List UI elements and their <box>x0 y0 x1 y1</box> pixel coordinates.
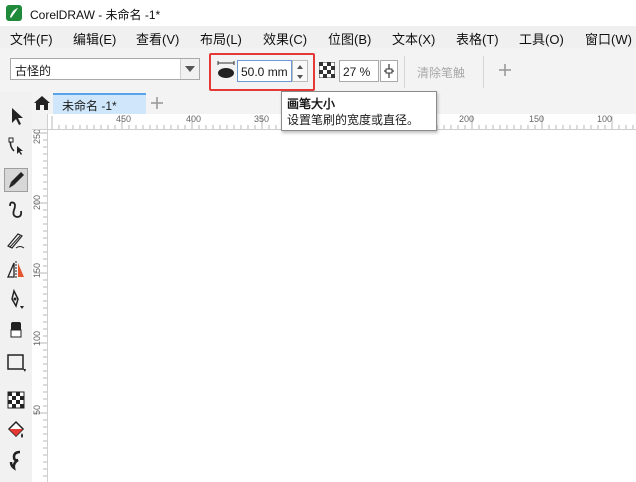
pick-tool-icon[interactable] <box>4 104 28 128</box>
ruler-label: 100 <box>32 330 42 346</box>
menu-file[interactable]: 文件(F) <box>10 29 53 48</box>
brush-size-icon <box>216 59 236 81</box>
menu-window[interactable]: 窗口(W) <box>585 29 632 48</box>
ruler-label: 150 <box>529 114 545 124</box>
ruler-label: 450 <box>116 114 132 124</box>
menu-table[interactable]: 表格(T) <box>456 29 499 48</box>
transparency-tool-icon[interactable] <box>4 388 28 412</box>
ruler-label: 250 <box>32 130 42 144</box>
eraser-tool-icon[interactable] <box>4 318 28 342</box>
menu-edit[interactable]: 编辑(E) <box>73 29 116 48</box>
transparency-input[interactable]: 27 % <box>339 60 379 82</box>
tab-document[interactable]: 未命名 -1* <box>53 93 146 114</box>
pen-tool-icon[interactable] <box>4 288 28 312</box>
home-icon[interactable] <box>33 94 51 112</box>
smart-fill-tool-icon[interactable] <box>4 228 28 252</box>
ruler-label: 200 <box>459 114 475 124</box>
ruler-label: 50 <box>32 404 42 415</box>
menu-bar: 文件(F) 编辑(E) 查看(V) 布局(L) 效果(C) 位图(B) 文本(X… <box>0 26 636 48</box>
transparency-value: 27 % <box>343 65 371 79</box>
window-title: CorelDRAW - 未命名 -1* <box>30 8 161 22</box>
toolbox <box>0 92 33 482</box>
smear-tool-icon[interactable] <box>4 448 28 472</box>
clear-strokes-button[interactable]: 清除笔触 <box>417 64 465 81</box>
menu-view[interactable]: 查看(V) <box>136 29 179 48</box>
transparency-slider-button[interactable] <box>380 60 398 82</box>
tooltip-title: 画笔大小 <box>287 97 336 111</box>
vertical-ruler[interactable]: 250 200 150 100 50 <box>32 130 48 482</box>
menu-effects[interactable]: 效果(C) <box>263 29 307 48</box>
ruler-label: 400 <box>186 114 202 124</box>
toolbar-separator <box>483 56 484 88</box>
ruler-origin[interactable] <box>32 114 48 130</box>
transparency-icon <box>318 61 336 79</box>
brush-size-input[interactable]: 50.0 mm <box>237 60 292 82</box>
brush-preset-value: 古怪的 <box>15 64 52 78</box>
menu-bitmaps[interactable]: 位图(B) <box>328 29 371 48</box>
menu-layout[interactable]: 布局(L) <box>200 29 242 48</box>
spin-down-icon[interactable] <box>293 71 307 81</box>
chevron-down-icon[interactable] <box>180 59 199 79</box>
add-icon[interactable] <box>495 59 515 81</box>
ruler-label: 350 <box>254 114 270 124</box>
menu-text[interactable]: 文本(X) <box>392 29 435 48</box>
brush-size-tooltip: 画笔大小 设置笔刷的宽度或直径。 <box>281 91 437 131</box>
add-tab-icon[interactable] <box>148 94 166 112</box>
property-bar: 古怪的 <box>0 48 636 93</box>
title-bar: CorelDRAW - 未命名 -1* <box>0 0 636 26</box>
coreldraw-logo-icon <box>6 5 22 21</box>
freehand-tool-icon[interactable] <box>4 198 28 222</box>
tooltip-description: 设置笔刷的宽度或直径。 <box>287 113 420 127</box>
spin-up-icon[interactable] <box>293 61 307 71</box>
brush-size-value: 50.0 mm <box>241 65 288 79</box>
brush-preset-dropdown[interactable]: 古怪的 <box>10 58 200 80</box>
toolbar-separator <box>404 56 405 88</box>
ruler-label: 100 <box>597 114 613 124</box>
interactive-fill-icon[interactable] <box>4 418 28 442</box>
brush-size-spinner <box>292 60 308 82</box>
shape-tool-icon[interactable] <box>4 134 28 158</box>
ruler-label: 150 <box>32 262 42 278</box>
rectangle-tool-icon[interactable] <box>4 350 28 374</box>
drawing-canvas[interactable] <box>49 131 636 482</box>
ruler-label: 200 <box>32 194 42 210</box>
menu-tools[interactable]: 工具(O) <box>519 29 564 48</box>
tab-document-label: 未命名 -1* <box>62 99 117 113</box>
mirror-tool-icon[interactable] <box>4 258 28 282</box>
artistic-media-icon[interactable] <box>4 168 28 192</box>
